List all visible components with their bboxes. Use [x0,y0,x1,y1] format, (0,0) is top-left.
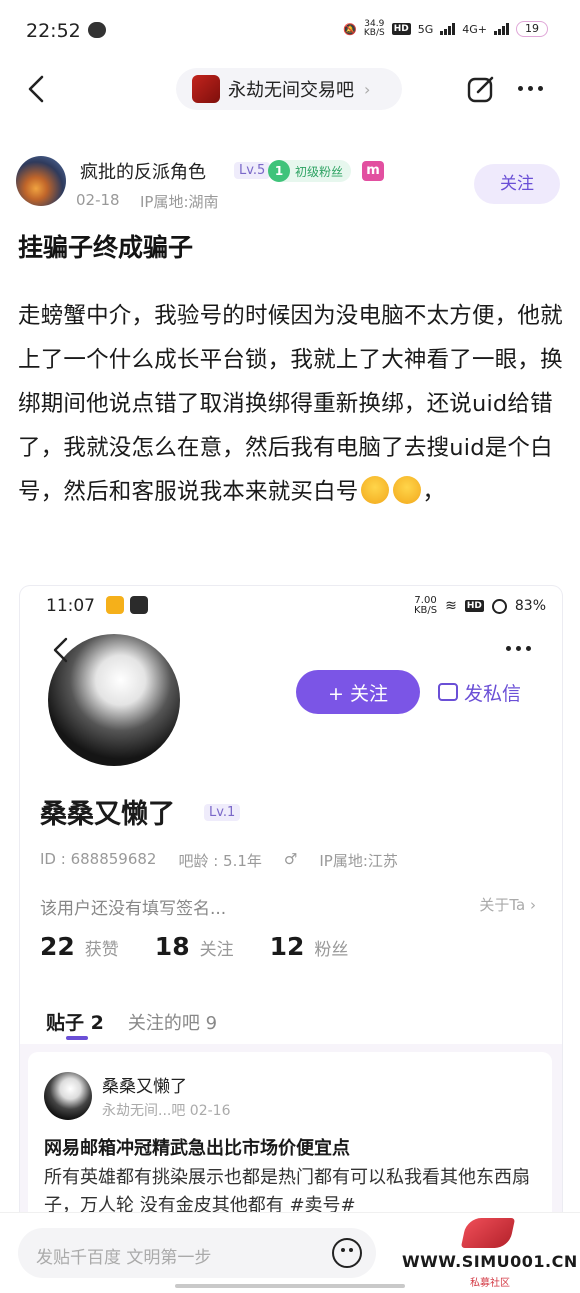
card-meta: 永劫无间...吧 02-16 [102,1103,231,1119]
embedded-status-right: 7.00 KB/S ≋ HD 83% [414,596,546,616]
profile-level-badge: Lv.1 [204,804,241,821]
watermark-subtext: 私募社区 [470,1278,510,1289]
watermark-logo [460,1218,516,1248]
tab-posts: 贴子 2 [46,1012,104,1034]
network-4g: 4G+ [462,22,487,36]
chevron-right-icon: › [364,79,371,99]
drool-emoji-icon [360,476,389,504]
edit-icon[interactable] [466,74,496,104]
more-options-icon[interactable] [518,86,543,91]
post-body-tail: ， [422,479,446,505]
card-avatar [44,1072,92,1120]
app-notification-icon-2 [130,596,148,614]
card-title: 网易邮箱冲冠精武急出比市场价便宜点 [44,1138,350,1159]
card-author-name: 桑桑又懒了 [102,1077,187,1097]
back-arrow-icon[interactable] [24,74,48,104]
emoji-icon[interactable] [332,1238,362,1268]
stat-following: 18 关注 [154,932,234,961]
profile-name: 桑桑又懒了 [40,799,175,830]
reply-placeholder: 发贴千百度 文明第一步 [36,1248,212,1268]
post-date: 02-18 [76,191,120,209]
signal-icon [440,23,456,35]
forum-link[interactable]: 永劫无间交易吧 › [176,68,402,110]
forum-logo-icon [192,75,220,103]
stat-fans: 12 粉丝 [269,932,349,961]
profile-meta: ID : 688859682 吧龄 : 5.1年 ♂ IP属地:江苏 [40,850,398,871]
network-5g: 5G [417,22,434,36]
embedded-message-button: 发私信 [438,670,521,714]
post-title: 挂骗子终成骗子 [18,233,194,262]
tab-indicator [66,1036,88,1040]
embedded-status-time: 11:07 [46,596,95,616]
wechat-icon [88,22,106,38]
home-indicator[interactable] [175,1284,405,1288]
profile-tabs: 贴子 2 关注的吧 9 [46,1008,217,1035]
signal-icon-2 [494,23,509,35]
embedded-speed: 7.00 KB/S [413,595,438,616]
profile-id: ID : 688859682 [40,850,157,868]
tab-followed-bars: 关注的吧 9 [127,1013,218,1034]
feed-card: 桑桑又懒了 永劫无间...吧 02-16 网易邮箱冲冠精武急出比市场价便宜点 所… [28,1052,552,1226]
mute-icon: 🔕 [343,22,357,36]
forum-name: 永劫无间交易吧 [228,80,354,101]
embedded-more-icon [506,646,531,651]
embedded-screenshot[interactable]: 11:07 7.00 KB/S ≋ HD 83% + 关注 发私信 桑桑又懒了 L… [20,586,562,1226]
message-label: 发私信 [464,682,522,705]
fan-level-number: 1 [268,160,290,182]
post-ip-location: IP属地:湖南 [140,193,219,211]
status-time: 22:52 [26,20,81,42]
post-body: 走螃蟹中介，我验号的时候因为没电脑不太方便，他就上了一个什么成长平台锁，我就上了… [18,294,566,514]
embedded-hd-icon: HD [464,600,484,612]
wifi-icon: ≋ [445,598,457,614]
member-badge-icon: m [362,161,384,181]
network-speed: 34.9 KB/S [363,19,385,38]
gender-icon: ♂ [283,850,298,868]
fan-level-badge: 1 初级粉丝 [268,160,352,182]
stat-likes: 22 获赞 [40,932,119,961]
embedded-back-arrow-icon [53,637,68,663]
profile-bar-age: 吧龄 : 5.1年 [178,852,262,870]
status-bar: 22:52 🔕 34.9 KB/S HD 5G 4G+ 19 [0,0,580,62]
battery-ring-icon [491,598,507,614]
watermark-text: WWW.SIMU001.CN [402,1252,578,1271]
watermark: WWW.SIMU001.CN 私募社区 [402,1212,578,1289]
follow-button[interactable]: 关注 [474,164,560,204]
embedded-battery: 83% [514,598,546,614]
fan-level-text: 初级粉丝 [295,164,344,179]
author-avatar[interactable] [16,156,66,206]
embedded-follow-button: + 关注 [296,670,420,714]
author-name[interactable]: 疯批的反派角色 [80,158,206,184]
about-link: 关于Ta › [479,896,536,914]
profile-signature: 该用户还没有填写签名... [40,899,227,919]
profile-ip: IP属地:江苏 [319,852,398,870]
level-badge: Lv.5 [234,162,271,179]
app-notification-icon [106,596,124,614]
mail-icon [438,683,458,701]
battery-indicator: 19 [516,21,548,37]
drool-emoji-icon-2 [392,476,421,504]
status-right: 🔕 34.9 KB/S HD 5G 4G+ 19 [343,20,548,38]
hd-icon: HD [391,23,411,35]
profile-stats: 22 获赞 18 关注 12 粉丝 [40,932,348,961]
post-body-text: 走螃蟹中介，我验号的时候因为没电脑不太方便，他就上了一个什么成长平台锁，我就上了… [18,303,563,505]
